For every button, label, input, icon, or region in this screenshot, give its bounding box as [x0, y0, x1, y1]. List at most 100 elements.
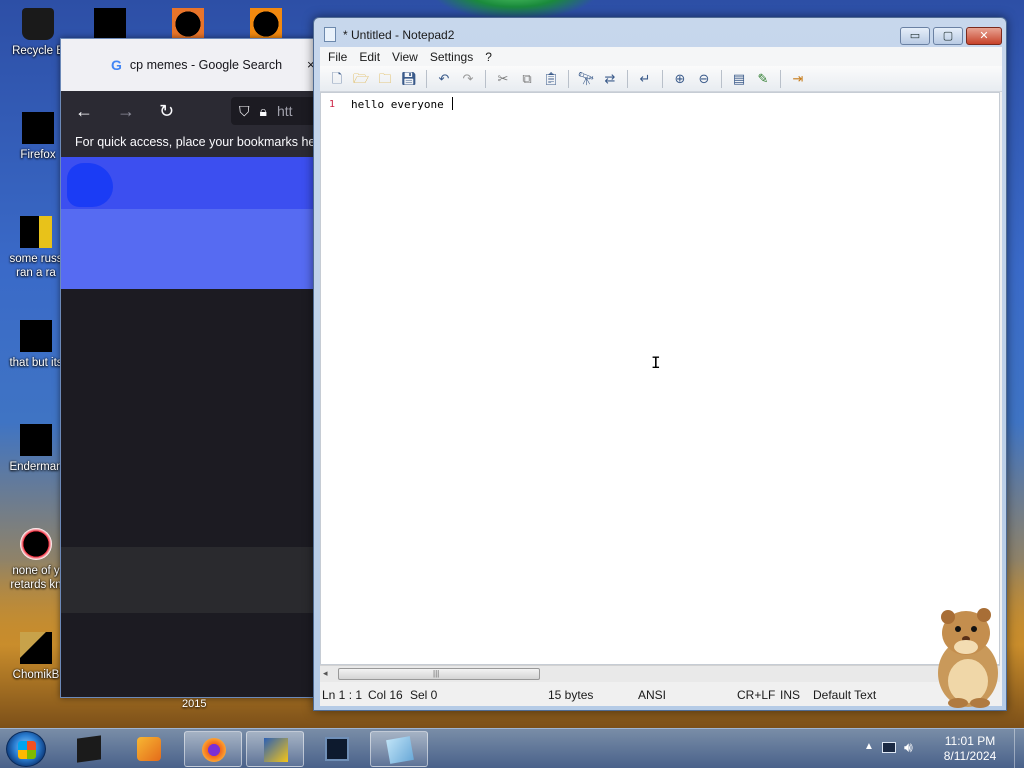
shield-icon: ⛉ [239, 102, 250, 119]
file-icon [20, 320, 52, 352]
status-line-endings: CR+LF [737, 688, 776, 702]
windows-logo-icon [18, 741, 36, 759]
taskbar-app-warning[interactable] [246, 731, 304, 767]
app-icon [172, 8, 204, 40]
undo-icon[interactable]: ↶ [433, 69, 455, 89]
toolbar-separator [662, 69, 663, 88]
show-desktop-button[interactable] [1014, 729, 1024, 768]
page-section [61, 547, 315, 613]
menu-file[interactable]: File [322, 50, 353, 64]
scrollbar-thumb[interactable]: ||| [338, 668, 540, 680]
start-button[interactable] [6, 731, 46, 767]
browser-tab-title: cp memes - Google Search [129, 58, 283, 72]
cut-icon[interactable]: ✂ [492, 69, 514, 89]
window-title: * Untitled - Notepad2 [343, 28, 455, 42]
horizontal-scrollbar[interactable]: ◂ ||| [320, 665, 1000, 682]
status-position: Ln 1 : 1 [322, 688, 363, 702]
status-insert-mode: INS [780, 688, 801, 702]
app-icon [20, 632, 52, 664]
system-tray: ▲ 🔊︎ 11:01 PM 8/11/2024 [854, 729, 1014, 768]
scroll-left-arrow-icon[interactable]: ◂ [323, 668, 328, 679]
taskbar: ▲ 🔊︎ 11:01 PM 8/11/2024 [0, 728, 1024, 768]
reload-icon[interactable]: ↻ [159, 101, 174, 122]
grip-icon: ||| [433, 669, 440, 678]
status-scheme: Default Text [813, 688, 877, 702]
exit-icon[interactable]: ⇥ [787, 69, 809, 89]
clock[interactable]: 11:01 PM 8/11/2024 [938, 734, 1002, 764]
page-section [61, 289, 315, 547]
editor-line: hello everyone [351, 97, 454, 111]
customize-scheme-icon[interactable]: ✎ [752, 69, 774, 89]
toolbar-separator [485, 69, 486, 88]
volume-icon[interactable]: 🔊︎ [904, 739, 913, 756]
notepad2-window[interactable]: * Untitled - Notepad2 ▭ ▢ ✕ File Edit Vi… [313, 17, 1007, 711]
toolbar-separator [780, 69, 781, 88]
monitor-icon [325, 737, 349, 761]
recycle-bin-icon [22, 8, 54, 40]
menu-view[interactable]: View [386, 50, 424, 64]
browser-window[interactable]: G cp memes - Google Search × ← → ↻ ⛉ 🔒︎ … [60, 38, 316, 698]
editor-text: hello everyone [351, 98, 451, 111]
zoom-in-icon[interactable]: ⊕ [669, 69, 691, 89]
menu-edit[interactable]: Edit [353, 50, 386, 64]
menu-help[interactable]: ? [479, 50, 498, 64]
warning-app-icon [264, 738, 288, 762]
find-icon[interactable]: 🔭︎ [575, 69, 597, 89]
desktop-icon-label: some russ ran a ra [9, 253, 63, 279]
menu-bar: File Edit View Settings ? [320, 47, 1002, 66]
scheme-icon[interactable]: ▤ [728, 69, 750, 89]
paste-icon[interactable]: 📋︎ [540, 69, 562, 89]
app-icon [77, 735, 101, 763]
desktop-label-year: 2015 [182, 698, 207, 710]
maximize-button[interactable]: ▢ [933, 27, 963, 45]
taskbar-media-player[interactable] [120, 731, 178, 767]
network-icon[interactable] [882, 742, 896, 753]
app-icon [20, 424, 52, 456]
text-caret [452, 97, 454, 110]
minimize-button[interactable]: ▭ [900, 27, 930, 45]
page-logo [67, 163, 113, 207]
line-number-gutter [321, 93, 339, 664]
back-arrow-icon[interactable]: ← [75, 101, 93, 122]
status-selection: Sel 0 [410, 688, 438, 702]
firefox-icon [22, 112, 54, 144]
forward-arrow-icon[interactable]: → [117, 101, 135, 122]
hamster-gadget-icon[interactable] [928, 603, 1006, 709]
taskbar-firefox[interactable] [184, 731, 242, 767]
app-icon [250, 8, 282, 40]
browser-tab[interactable]: G cp memes - Google Search [111, 57, 282, 73]
copy-icon[interactable]: ⧉ [516, 69, 538, 89]
toolbar-separator [721, 69, 722, 88]
taskbar-app[interactable] [60, 731, 118, 767]
new-file-icon[interactable]: 🗋 [326, 69, 348, 89]
page-banner [61, 157, 315, 209]
clock-date: 8/11/2024 [943, 749, 997, 763]
page-section [61, 613, 315, 697]
status-size: 15 bytes [548, 688, 594, 702]
folder-icon [94, 8, 126, 40]
word-wrap-icon[interactable]: ↵ [634, 69, 656, 89]
window-client-area: File Edit View Settings ? 🗋 🗁 🗀 💾︎ ↶ ↷ ✂… [320, 47, 1002, 706]
menu-settings[interactable]: Settings [424, 50, 479, 64]
bookmarks-toolbar-hint: For quick access, place your bookmarks h… [61, 131, 315, 157]
media-icon [20, 528, 52, 560]
redo-icon[interactable]: ↷ [457, 69, 479, 89]
text-editor[interactable]: 1 hello everyone I [320, 92, 1000, 665]
zoom-out-icon[interactable]: ⊖ [693, 69, 715, 89]
notepad-icon [386, 736, 414, 764]
firefox-icon [202, 738, 226, 762]
close-button[interactable]: ✕ [966, 27, 1002, 45]
replace-icon[interactable]: ⇄ [599, 69, 621, 89]
taskbar-app[interactable] [308, 731, 366, 767]
show-hidden-icons-icon[interactable]: ▲ [864, 741, 874, 752]
open-folder-icon[interactable]: 🗁 [350, 69, 372, 89]
media-player-icon [137, 737, 161, 761]
window-titlebar[interactable]: * Untitled - Notepad2 ▭ ▢ ✕ [314, 18, 1006, 50]
taskbar-notepad2[interactable] [370, 731, 428, 767]
save-icon[interactable]: 💾︎ [398, 69, 420, 89]
url-bar[interactable]: ⛉ 🔒︎ htt [231, 97, 315, 125]
desktop-icon-label: none of y retards kn [10, 565, 62, 591]
status-column: Col 16 [368, 688, 403, 702]
toolbar-separator [568, 69, 569, 88]
browse-icon[interactable]: 🗀 [374, 69, 396, 89]
